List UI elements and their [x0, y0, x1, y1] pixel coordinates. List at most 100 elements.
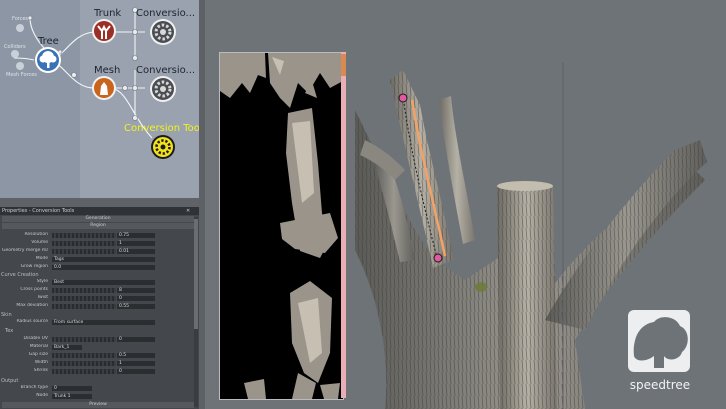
property-row[interactable]: Radius source From surface	[0, 319, 190, 325]
property-dropdown[interactable]: Trunk 1	[52, 393, 92, 399]
conversion-node-1[interactable]	[149, 18, 177, 46]
conversion-tool-node[interactable]	[150, 134, 176, 160]
property-label: Material	[29, 344, 48, 349]
property-value[interactable]: 0	[52, 385, 92, 391]
property-dropdown[interactable]: Best	[52, 279, 155, 285]
gear-icon	[150, 76, 176, 102]
trunk-node[interactable]	[91, 18, 117, 44]
property-value[interactable]: 1	[117, 360, 155, 366]
property-label: Mode	[35, 256, 48, 261]
property-slider[interactable]	[52, 240, 116, 246]
property-label: Disable UV	[23, 336, 49, 341]
property-row[interactable]: Mode Tags	[0, 256, 190, 262]
property-dropdown[interactable]: Bark_1	[52, 344, 82, 350]
gear-icon	[151, 135, 175, 159]
property-slider[interactable]	[52, 248, 116, 254]
property-value[interactable]: 0.55	[117, 303, 155, 309]
property-row[interactable]: Volume 1	[0, 240, 190, 246]
conversion-node-2-label: Conversio...	[136, 65, 196, 76]
speedtree-logo-icon	[628, 310, 690, 372]
speedtree-logo-text: speedtree	[629, 378, 691, 392]
properties-scrollbar[interactable]	[194, 217, 198, 407]
property-label: Resolution	[24, 232, 48, 237]
property-label: Max deviation	[16, 303, 48, 308]
scrollbar-thumb[interactable]	[194, 219, 198, 329]
gear-icon	[150, 19, 176, 45]
trunk-node-label: Trunk	[94, 8, 122, 19]
property-label: Volume	[31, 240, 48, 245]
properties-title: Properties - Conversion Tools	[0, 207, 199, 215]
property-label: Twist	[36, 295, 48, 300]
property-value[interactable]: 0.0	[52, 264, 155, 270]
property-row[interactable]: Material Bark_1	[0, 344, 190, 350]
texture-panel-handle[interactable]	[341, 54, 346, 76]
speedtree-logo: speedtree	[624, 308, 696, 400]
property-row[interactable]: Style Best	[0, 279, 190, 285]
property-value[interactable]: 0.5	[117, 352, 155, 358]
property-row[interactable]: Branch type 0	[0, 385, 190, 391]
section-preview[interactable]: Preview	[2, 402, 194, 408]
conversion-node-1-label: Conversio...	[136, 8, 196, 19]
conversion-node-2[interactable]	[149, 75, 177, 103]
property-label: Node	[36, 393, 48, 398]
close-icon[interactable]: ✕	[186, 208, 190, 214]
property-row[interactable]: Node Trunk 1	[0, 393, 190, 399]
property-row[interactable]: Gap size 0.5	[0, 352, 190, 358]
properties-panel: Properties - Conversion Tools ✕ Generati…	[0, 207, 199, 409]
property-value[interactable]: 0.01	[117, 248, 155, 254]
property-slider[interactable]	[52, 303, 116, 309]
mesh-icon	[92, 76, 116, 100]
property-slider[interactable]	[52, 287, 116, 293]
section-generation[interactable]: Generation	[2, 216, 194, 222]
property-value[interactable]: 0	[117, 336, 155, 342]
property-row[interactable]: Resolution 0.75	[0, 232, 190, 238]
texture-uv-panel[interactable]	[219, 52, 344, 400]
property-row[interactable]: Max deviation 0.55	[0, 303, 190, 309]
group-tex: Tex	[5, 328, 14, 334]
property-dropdown[interactable]: From surface	[52, 319, 155, 325]
panel-splitter-horizontal[interactable]	[0, 198, 199, 207]
group-curve-creation: Curve Creation	[1, 272, 39, 278]
property-slider[interactable]	[52, 232, 116, 238]
property-row[interactable]: Grow region 0.0	[0, 264, 190, 270]
section-region[interactable]: Region	[2, 223, 194, 229]
property-label: Style	[36, 279, 48, 284]
property-slider[interactable]	[52, 368, 116, 374]
group-skin: Skin	[1, 312, 12, 318]
property-label: Branch type	[20, 385, 48, 390]
mesh-node[interactable]	[91, 75, 117, 101]
property-slider[interactable]	[52, 360, 116, 366]
property-label: Radius source	[16, 319, 48, 324]
tree-node-label: Tree	[38, 36, 59, 47]
panel-splitter-vertical[interactable]	[199, 0, 205, 409]
property-slider[interactable]	[52, 352, 116, 358]
property-label: Width	[34, 360, 48, 365]
mesh-forces-label: Mesh Forces	[6, 72, 37, 78]
group-output: Output	[1, 378, 19, 384]
property-slider[interactable]	[52, 295, 116, 301]
trunk-icon	[92, 19, 116, 43]
property-label: Grow region	[20, 264, 48, 269]
property-label: Cross points	[20, 287, 48, 292]
property-label: Geometry merge margin	[2, 248, 48, 253]
bark-uv-islands	[220, 53, 343, 399]
property-row[interactable]: Geometry merge margin 0.01	[0, 248, 190, 254]
property-row[interactable]: Shrink 0	[0, 368, 190, 374]
conversion-tool-label: Conversion Tool	[124, 123, 199, 134]
property-slider[interactable]	[52, 336, 116, 342]
property-dropdown[interactable]: Tags	[52, 256, 155, 262]
texture-panel-edge	[341, 52, 346, 398]
property-value[interactable]: 0	[117, 295, 155, 301]
property-value[interactable]: 1	[117, 240, 155, 246]
property-value[interactable]: 0.75	[117, 232, 155, 238]
property-row[interactable]: Cross points 8	[0, 287, 190, 293]
property-row[interactable]: Disable UV 0	[0, 336, 190, 342]
property-row[interactable]: Width 1	[0, 360, 190, 366]
mesh-node-label: Mesh	[94, 65, 121, 76]
node-graph-panel[interactable]: Tree Trunk Mesh Conversio... Conversio..…	[0, 0, 199, 198]
property-value[interactable]: 0	[117, 368, 155, 374]
property-row[interactable]: Twist 0	[0, 295, 190, 301]
property-value[interactable]: 8	[117, 287, 155, 293]
small-nodes	[11, 24, 24, 70]
property-label: Gap size	[28, 352, 48, 357]
